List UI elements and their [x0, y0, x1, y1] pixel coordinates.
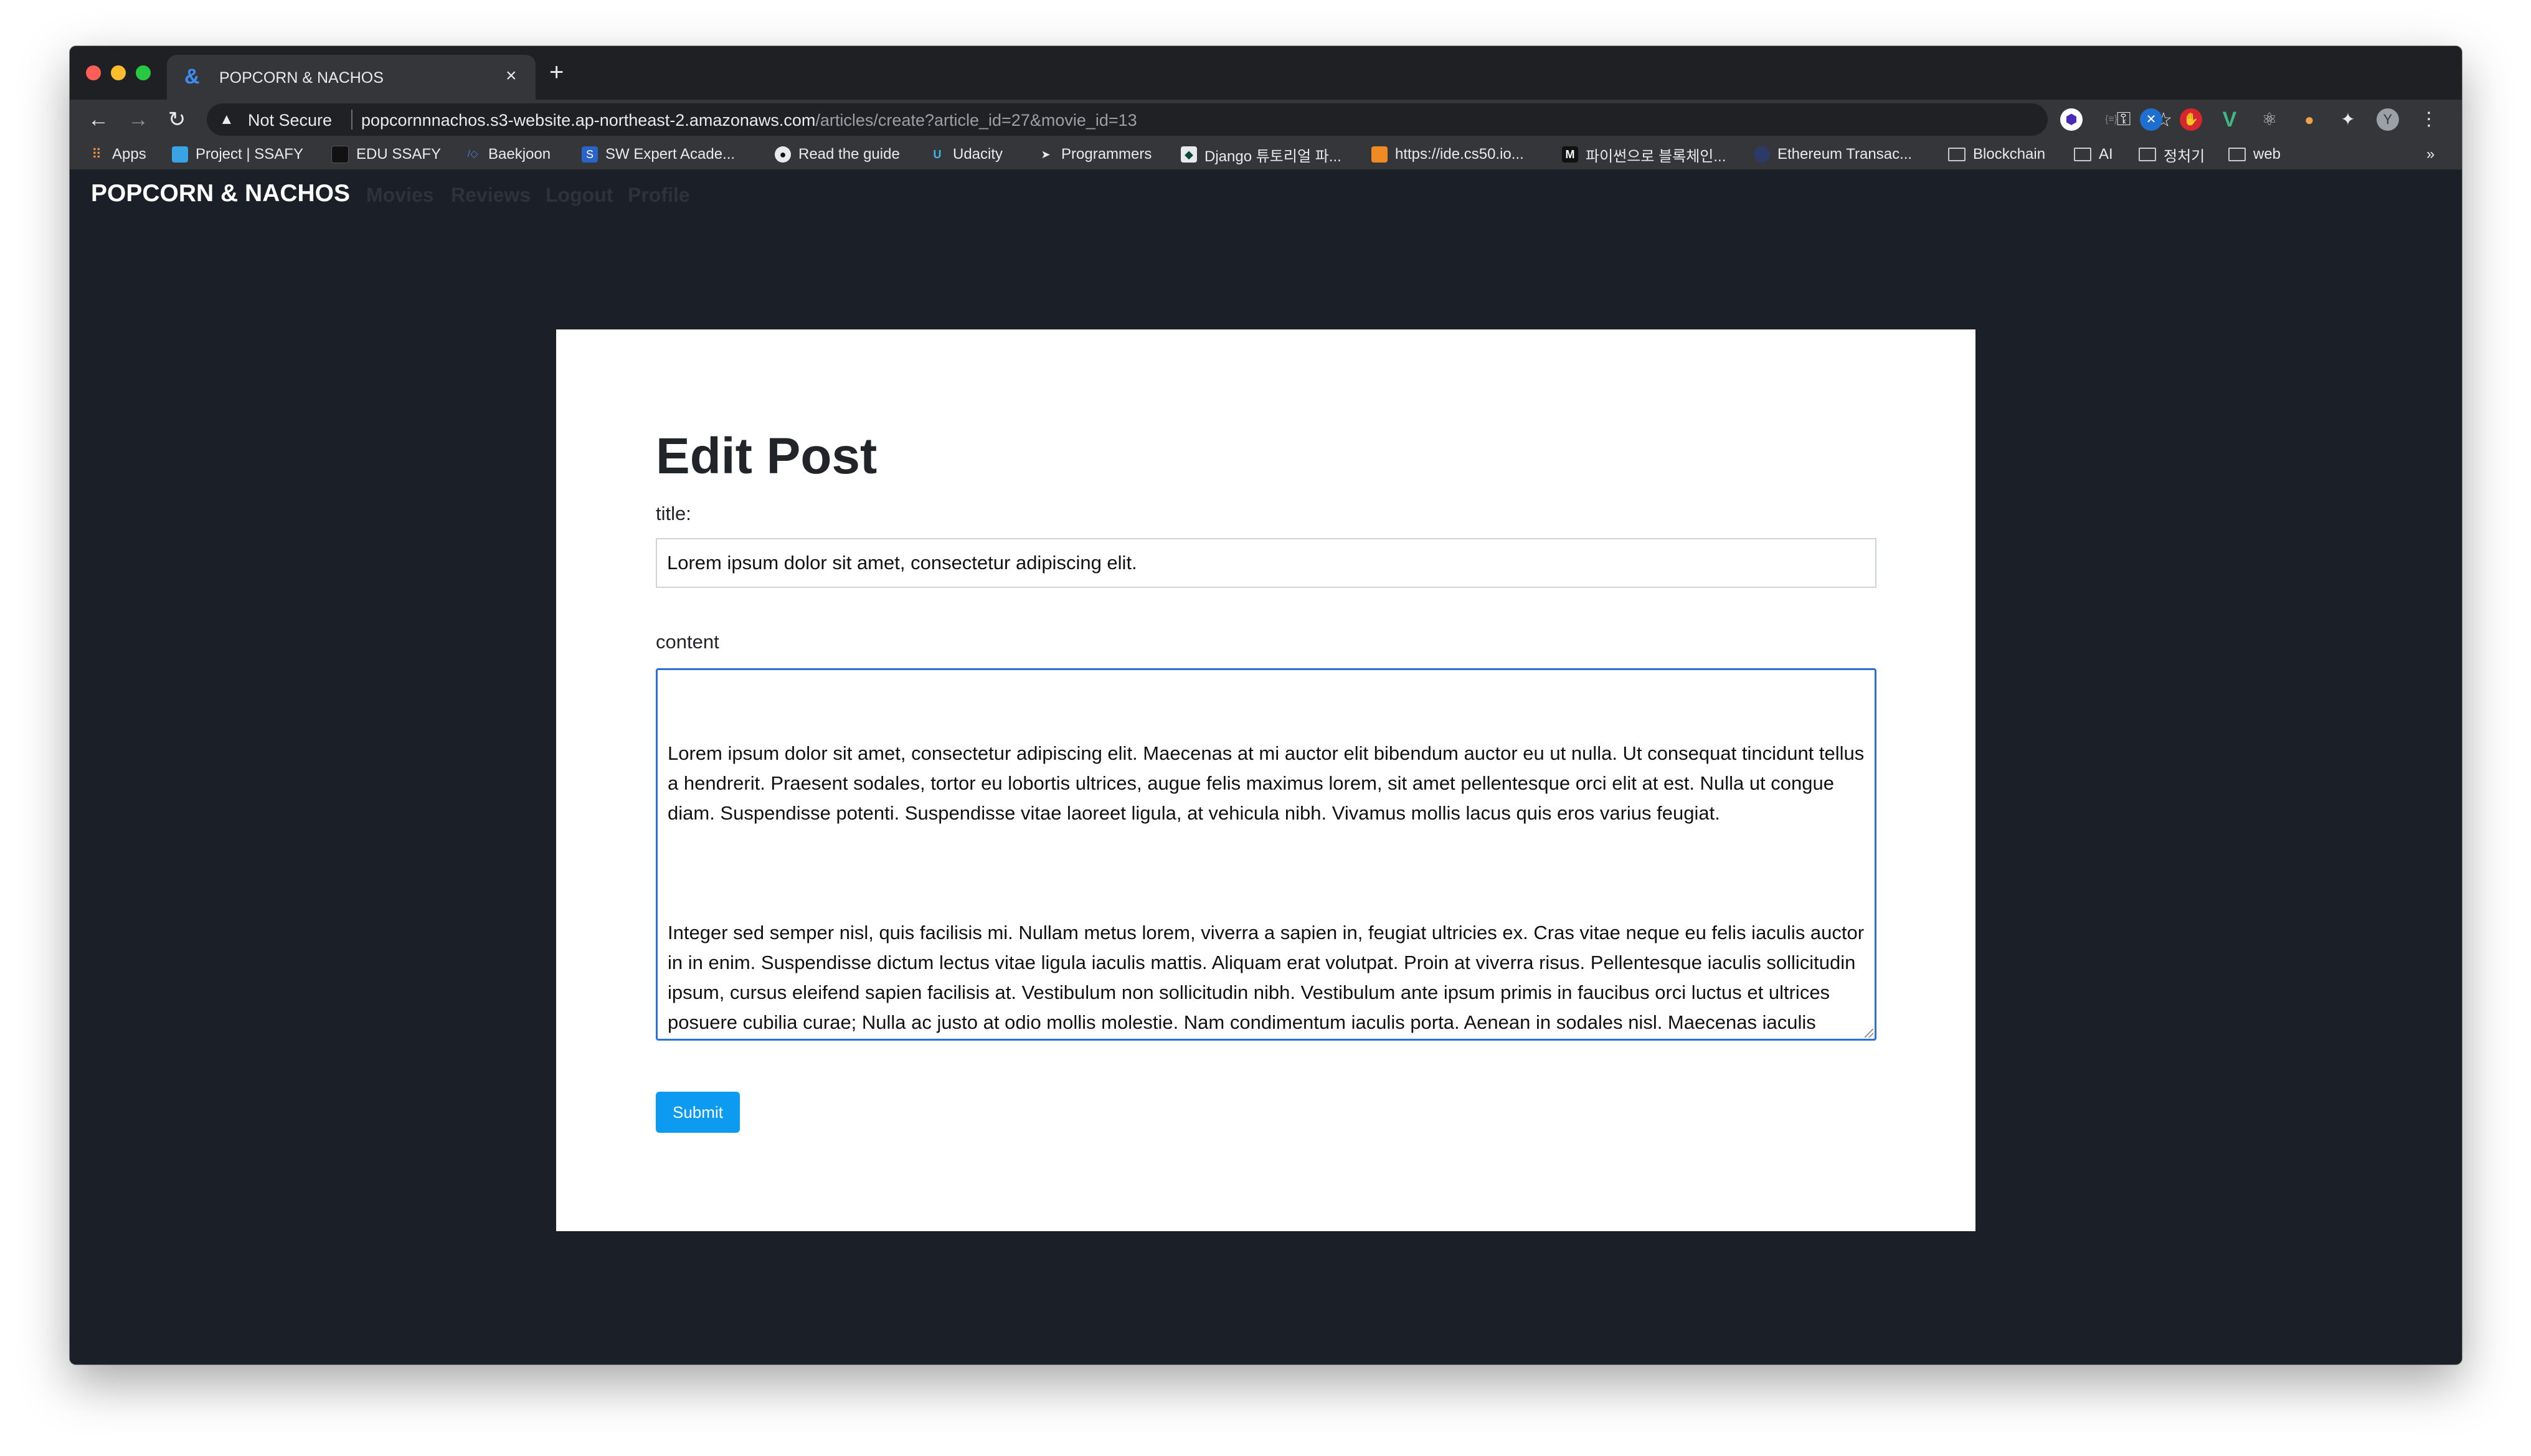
- page-viewport: POPCORN & NACHOS Movies Reviews Logout P…: [70, 170, 2462, 1364]
- extension-translate-icon[interactable]: ✕: [2140, 108, 2162, 131]
- nav-link-profile[interactable]: Profile: [628, 184, 690, 206]
- bookmark-folder-web[interactable]: web: [2228, 144, 2281, 164]
- medium-icon: M: [1562, 146, 1578, 163]
- baekjoon-icon: /◇: [467, 149, 478, 159]
- bookmark-folder-blockchain[interactable]: Blockchain: [1948, 144, 2045, 164]
- bookmark-label: Programmers: [1061, 146, 1152, 163]
- textarea-resize-handle[interactable]: [1865, 1029, 1873, 1038]
- submit-button[interactable]: Submit: [656, 1092, 740, 1133]
- tab-close-icon[interactable]: ×: [506, 64, 517, 88]
- extension-brackets-icon[interactable]: {≡}: [2100, 108, 2122, 131]
- bookmarks-bar: ⠿ Apps Project | SSAFY EDU SSAFY /◇ Baek…: [70, 139, 2462, 170]
- new-tab-button[interactable]: +: [549, 59, 564, 86]
- tab-strip: & POPCORN & NACHOS × +: [70, 46, 2462, 100]
- reload-icon[interactable]: ↻: [163, 106, 191, 133]
- content-textarea[interactable]: Lorem ipsum dolor sit amet, consectetur …: [656, 668, 1876, 1041]
- close-window-button[interactable]: [86, 65, 101, 80]
- folder-icon: [2228, 148, 2246, 161]
- bookmark-label: https://ide.cs50.io...: [1395, 146, 1524, 163]
- menu-kebab-icon[interactable]: ⋮: [2418, 108, 2440, 131]
- bookmark-label: 정처기: [2164, 148, 2205, 165]
- bookmark-programmers[interactable]: ➤ Programmers: [1038, 144, 1152, 164]
- minimize-window-button[interactable]: [111, 65, 126, 80]
- apps-grid-icon: ⠿: [91, 146, 102, 162]
- bookmark-folder-jeongcheogi[interactable]: 정처기: [2139, 144, 2205, 165]
- ssafy-icon: [172, 146, 188, 163]
- bookmark-label: Read the guide: [798, 146, 900, 163]
- extension-hand-icon[interactable]: ✋: [2180, 108, 2202, 131]
- bookmark-project-ssafy[interactable]: Project | SSAFY: [172, 144, 303, 164]
- bookmark-label: Blockchain: [1973, 146, 2046, 163]
- bookmark-label: AI: [2099, 146, 2113, 163]
- content-field-label: content: [656, 631, 719, 653]
- bookmark-label: 파이썬으로 블록체인...: [1586, 148, 1726, 165]
- browser-toolbar: ← → ↻ ▲ Not Secure popcornnnachos.s3-web…: [70, 100, 2462, 139]
- url-path: /articles/create?article_id=27&movie_id=…: [815, 111, 1137, 130]
- folder-icon: [2074, 148, 2091, 161]
- bookmark-python-blockchain[interactable]: M 파이썬으로 블록체인...: [1562, 144, 1726, 165]
- nav-link-logout[interactable]: Logout: [546, 184, 613, 206]
- url-divider: [351, 110, 352, 130]
- back-arrow-icon[interactable]: ←: [85, 106, 112, 133]
- url-text[interactable]: popcornnnachos.s3-website.ap-northeast-2…: [361, 111, 1137, 130]
- github-icon: ●: [775, 146, 791, 163]
- forward-arrow-icon[interactable]: →: [125, 106, 152, 133]
- extensions-puzzle-icon[interactable]: ✦: [2337, 108, 2359, 131]
- edu-ssafy-icon: [331, 146, 349, 163]
- vue-devtools-icon[interactable]: V: [2218, 108, 2241, 131]
- bookmark-edu-ssafy[interactable]: EDU SSAFY: [331, 144, 441, 164]
- bookmark-ethereum[interactable]: Ethereum Transac...: [1754, 144, 1912, 164]
- bookmark-udacity[interactable]: U Udacity: [929, 144, 1003, 164]
- react-devtools-icon[interactable]: ⚛: [2258, 108, 2281, 131]
- bookmark-label: SW Expert Acade...: [605, 146, 736, 163]
- udacity-icon: U: [933, 148, 942, 161]
- url-host: popcornnnachos.s3-website.ap-northeast-2…: [361, 111, 816, 130]
- content-paragraph: Lorem ipsum dolor sit amet, consectetur …: [668, 742, 1870, 824]
- address-bar[interactable]: ▲ Not Secure popcornnnachos.s3-website.a…: [207, 103, 2172, 136]
- bookmark-baekjoon[interactable]: /◇ Baekjoon: [465, 144, 551, 164]
- extension-hexagon-icon[interactable]: ⬢: [2060, 108, 2083, 131]
- tab-favicon-icon: &: [184, 65, 200, 88]
- bookmark-label: Apps: [112, 146, 146, 163]
- title-field-label: title:: [656, 503, 691, 524]
- profile-avatar[interactable]: Y: [2377, 108, 2399, 131]
- bookmark-folder-ai[interactable]: AI: [2074, 144, 2113, 164]
- bookmarks-overflow-chevron-icon[interactable]: »: [2426, 144, 2434, 164]
- bookmark-label: Baekjoon: [488, 146, 551, 163]
- maximize-window-button[interactable]: [136, 65, 151, 80]
- bookmark-label: EDU SSAFY: [356, 146, 442, 163]
- bookmark-label: Project | SSAFY: [196, 146, 303, 163]
- nav-link-reviews[interactable]: Reviews: [451, 184, 531, 206]
- django-icon: ◆: [1181, 146, 1197, 163]
- edit-post-card: Edit Post title: content Lorem ipsum dol…: [556, 329, 1975, 1231]
- bookmark-sw-expert[interactable]: S SW Expert Acade...: [582, 144, 735, 164]
- bookmark-label: web: [2253, 146, 2281, 163]
- warning-triangle-icon: ▲: [219, 111, 234, 128]
- site-brand[interactable]: POPCORN & NACHOS: [91, 180, 350, 207]
- bookmark-cs50-ide[interactable]: https://ide.cs50.io...: [1371, 144, 1524, 164]
- folder-icon: [2139, 148, 2156, 161]
- swea-icon: S: [582, 146, 598, 163]
- bookmark-read-the-guide[interactable]: ● Read the guide: [775, 144, 900, 164]
- security-label: Not Secure: [248, 111, 333, 130]
- cs50-icon: [1371, 146, 1388, 163]
- browser-window: & POPCORN & NACHOS × + ← → ↻ ▲ Not Secur…: [70, 46, 2462, 1364]
- bookmark-label: Udacity: [953, 146, 1003, 163]
- content-paragraph: Integer sed semper nisl, quis facilisis …: [668, 922, 1865, 1033]
- bookmark-django-tutorial[interactable]: ◆ Django 튜토리얼 파...: [1181, 144, 1341, 165]
- bookmark-label: Django 튜토리얼 파...: [1204, 148, 1341, 165]
- tab-title: POPCORN & NACHOS: [219, 69, 384, 87]
- ethereum-icon: [1754, 146, 1770, 163]
- title-input[interactable]: [656, 538, 1876, 588]
- folder-icon: [1948, 148, 1966, 161]
- bookmark-apps[interactable]: ⠿ Apps: [88, 144, 146, 164]
- extension-bottle-icon[interactable]: ●: [2298, 108, 2320, 131]
- nav-link-movies[interactable]: Movies: [366, 184, 433, 206]
- page-title: Edit Post: [656, 428, 878, 485]
- browser-tab[interactable]: & POPCORN & NACHOS ×: [167, 55, 536, 100]
- bookmark-label: Ethereum Transac...: [1777, 146, 1913, 163]
- programmers-icon: ➤: [1041, 148, 1051, 161]
